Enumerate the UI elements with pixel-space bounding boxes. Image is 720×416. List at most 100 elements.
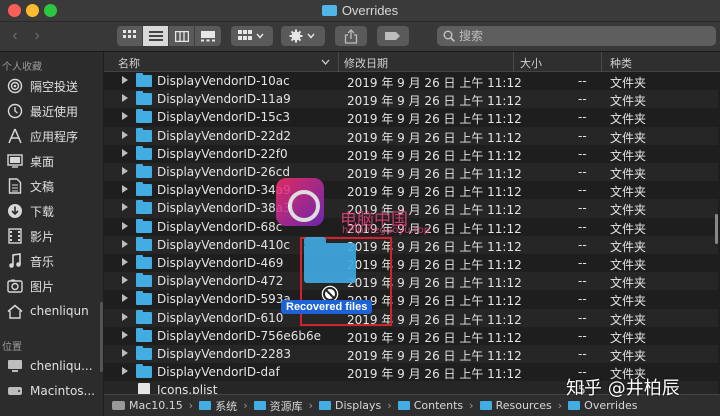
- sort-chevron-icon: [321, 59, 330, 65]
- table-row[interactable]: DisplayVendorID-22d2 2019 年 9 月 26 日 上午 1…: [104, 126, 718, 145]
- column-kind[interactable]: 种类: [610, 55, 632, 71]
- list-scrollbar[interactable]: [715, 214, 718, 244]
- folder-icon: [397, 401, 410, 410]
- disclosure-triangle-icon[interactable]: [122, 221, 128, 230]
- locations-header: 位置: [2, 342, 22, 353]
- movies-icon: [6, 228, 24, 244]
- table-row[interactable]: DisplayVendorID-756e6b6e 2019 年 9 月 26 日 …: [104, 327, 718, 345]
- sidebar-item-applications[interactable]: 应用程序: [6, 126, 78, 146]
- disclosure-triangle-icon[interactable]: [122, 94, 128, 103]
- disclosure-triangle-icon[interactable]: [122, 203, 128, 212]
- table-row[interactable]: DisplayVendorID-610 2019 年 9 月 26 日 上午 11…: [104, 308, 718, 327]
- disclosure-triangle-icon[interactable]: [122, 276, 128, 285]
- favorites-header: 个人收藏: [2, 62, 42, 73]
- folder-icon: [136, 218, 152, 233]
- disclosure-triangle-icon[interactable]: [122, 239, 128, 248]
- disclosure-triangle-icon[interactable]: [122, 294, 128, 303]
- sidebar-item-recents[interactable]: 最近使用: [6, 101, 78, 121]
- plist-file-icon: [138, 383, 150, 394]
- sidebar-item-desktop[interactable]: 桌面: [6, 151, 54, 171]
- sidebar-item-documents[interactable]: 文稿: [6, 176, 54, 196]
- icon-view-button[interactable]: [117, 26, 143, 46]
- sidebar-item-computer[interactable]: chenliqu...: [6, 356, 93, 376]
- path-item[interactable]: 系统: [199, 398, 237, 414]
- gear-icon: [289, 29, 315, 43]
- view-mode-control: [117, 26, 221, 46]
- desktop-icon: [6, 153, 24, 169]
- share-icon: [344, 28, 358, 44]
- search-input[interactable]: [459, 29, 699, 43]
- table-row[interactable]: DisplayVendorID-26cd 2019 年 9 月 26 日 上午 1…: [104, 163, 718, 182]
- column-date[interactable]: 修改日期: [344, 55, 388, 71]
- edit-tags-button[interactable]: [377, 26, 409, 46]
- folder-icon: [319, 401, 331, 410]
- computer-icon: [6, 358, 24, 374]
- disclosure-triangle-icon[interactable]: [122, 167, 128, 175]
- sidebar-item-airdrop[interactable]: 隔空投送: [6, 76, 78, 96]
- table-row[interactable]: DisplayVendorID-38a3 2019 年 9 月 26 日 上午 1…: [104, 199, 718, 218]
- folder-icon: [136, 91, 152, 106]
- dragged-folder-icon[interactable]: [304, 237, 356, 283]
- column-divider: [338, 52, 339, 72]
- sidebar-item-label: chenliqu...: [30, 359, 93, 373]
- sidebar-scrollbar[interactable]: [100, 302, 103, 372]
- gallery-view-button[interactable]: [195, 26, 221, 46]
- group-grid-icon: [238, 30, 264, 40]
- table-row[interactable]: DisplayVendorID-472 2019 年 9 月 26 日 上午 11…: [104, 272, 718, 291]
- sidebar-item-home[interactable]: chenliqun: [6, 301, 89, 321]
- table-row[interactable]: DisplayVendorID-22f0 2019 年 9 月 26 日 上午 1…: [104, 145, 718, 163]
- sidebar-item-label: 音乐: [30, 254, 55, 269]
- table-row[interactable]: DisplayVendorID-469 2019 年 9 月 26 日 上午 11…: [104, 254, 718, 272]
- column-size[interactable]: 大小: [520, 55, 542, 71]
- disclosure-triangle-icon[interactable]: [122, 76, 128, 84]
- folder-icon: [136, 109, 152, 124]
- folder-icon: [136, 327, 152, 342]
- table-row[interactable]: DisplayVendorID-11a9 2019 年 9 月 26 日 上午 1…: [104, 90, 718, 109]
- folder-icon: [136, 145, 152, 160]
- path-item[interactable]: Mac10.15: [112, 399, 183, 412]
- folder-icon: [136, 127, 152, 142]
- forward-button[interactable]: ›: [26, 26, 48, 48]
- disclosure-triangle-icon[interactable]: [122, 185, 128, 194]
- disclosure-triangle-icon[interactable]: [122, 367, 128, 376]
- disclosure-triangle-icon[interactable]: [122, 112, 128, 121]
- dragged-item-label: Recovered files: [281, 300, 373, 314]
- sidebar-item-label: 隔空投送: [30, 79, 79, 94]
- documents-icon: [6, 178, 24, 194]
- sidebar-item-music[interactable]: 音乐: [6, 251, 54, 271]
- path-separator-icon: ›: [308, 399, 313, 412]
- sidebar-item-label: 下载: [30, 204, 55, 219]
- path-item[interactable]: Contents: [397, 399, 463, 412]
- share-button[interactable]: [335, 26, 367, 46]
- table-row[interactable]: DisplayVendorID-410c 2019 年 9 月 26 日 上午 1…: [104, 235, 718, 254]
- back-button[interactable]: ‹: [4, 26, 26, 48]
- table-row[interactable]: DisplayVendorID-593a 2019 年 9 月 26 日 上午 1…: [104, 290, 718, 308]
- group-by-button[interactable]: [231, 26, 273, 46]
- table-row[interactable]: DisplayVendorID-2283 2019 年 9 月 26 日 上午 1…: [104, 345, 718, 364]
- column-name[interactable]: 名称: [118, 55, 140, 71]
- sidebar-item-movies[interactable]: 影片: [6, 226, 54, 246]
- search-field[interactable]: [437, 26, 716, 46]
- disclosure-triangle-icon[interactable]: [122, 258, 128, 266]
- table-row[interactable]: DisplayVendorID-15c3 2019 年 9 月 26 日 上午 1…: [104, 108, 718, 126]
- sidebar-item-pictures[interactable]: 图片: [6, 276, 54, 296]
- list-view-button[interactable]: [143, 26, 169, 46]
- path-item[interactable]: Resources: [479, 399, 552, 412]
- folder-icon: [136, 236, 152, 251]
- sidebar-item-downloads[interactable]: 下载: [6, 201, 54, 221]
- sidebar-item-disk[interactable]: Macintos...: [6, 381, 95, 401]
- path-item[interactable]: Overrides: [568, 399, 638, 412]
- path-item[interactable]: Displays: [319, 399, 381, 412]
- disclosure-triangle-icon[interactable]: [122, 312, 128, 321]
- list-icon: [148, 30, 163, 41]
- disclosure-triangle-icon[interactable]: [122, 349, 128, 357]
- folder-icon: [136, 164, 152, 178]
- disclosure-triangle-icon[interactable]: [122, 130, 128, 139]
- table-row[interactable]: DisplayVendorID-34a9 2019 年 9 月 26 日 上午 1…: [104, 181, 718, 199]
- column-view-button[interactable]: [169, 26, 195, 46]
- path-item[interactable]: 资源库: [253, 398, 303, 414]
- disclosure-triangle-icon[interactable]: [122, 330, 128, 339]
- disclosure-triangle-icon[interactable]: [122, 148, 128, 157]
- table-row[interactable]: DisplayVendorID-10ac 2019 年 9 月 26 日 上午 1…: [104, 72, 718, 90]
- action-button[interactable]: [281, 26, 325, 46]
